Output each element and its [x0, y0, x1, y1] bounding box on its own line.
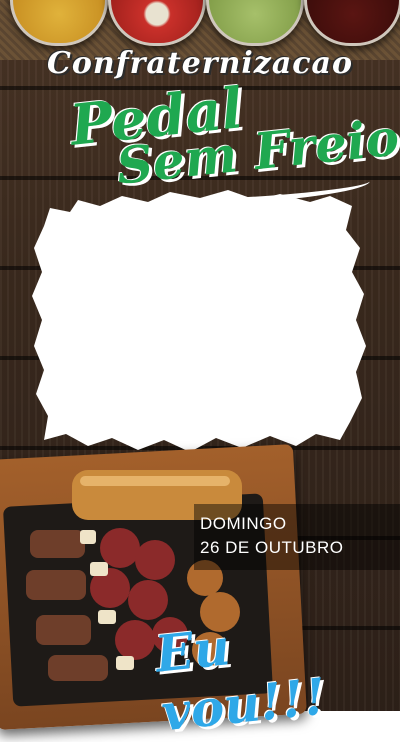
event-day: DOMINGO	[200, 514, 287, 533]
cta-eu-vou: Eu vou!!!	[152, 617, 329, 742]
photo-frame-icon[interactable]	[30, 190, 370, 460]
event-date: 26 DE OUTUBRO	[200, 538, 344, 557]
event-title-top: Confraternizacao	[47, 46, 353, 81]
